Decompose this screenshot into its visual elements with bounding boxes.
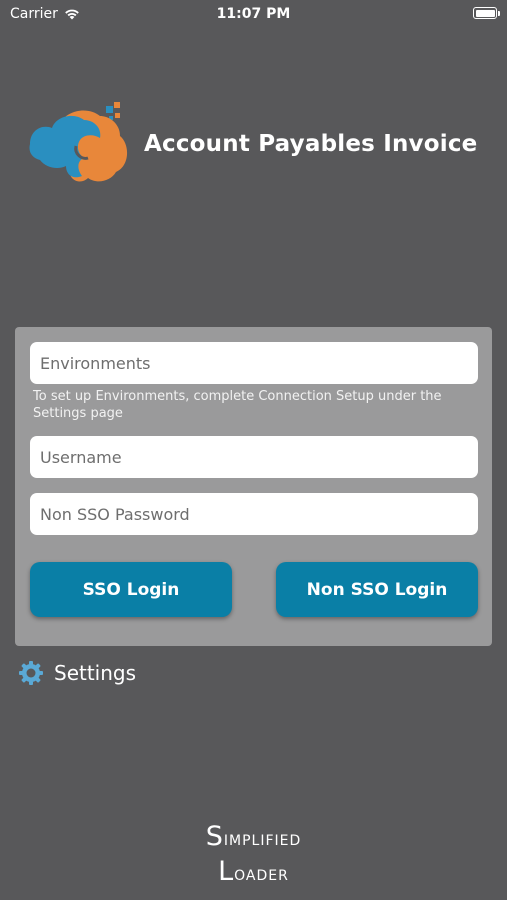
app-header: Account Payables Invoice: [22, 100, 477, 188]
login-card: Environments To set up Environments, com…: [15, 327, 492, 646]
battery-icon: [473, 7, 500, 19]
gear-icon: [19, 661, 43, 685]
environments-placeholder: Environments: [40, 353, 151, 373]
status-bar: Carrier 11:07 PM: [0, 0, 507, 28]
brand-wordmark: Simplified Loader: [0, 820, 507, 890]
password-field[interactable]: Non SSO Password: [30, 493, 478, 535]
environments-hint: To set up Environments, complete Connect…: [33, 389, 442, 421]
brand-line-2: Loader: [218, 856, 289, 887]
password-placeholder: Non SSO Password: [40, 504, 190, 524]
status-time: 11:07 PM: [216, 6, 291, 22]
non-sso-login-button[interactable]: Non SSO Login: [276, 562, 478, 617]
username-field[interactable]: Username: [30, 436, 478, 478]
environments-field[interactable]: Environments: [30, 342, 478, 384]
settings-link[interactable]: Settings: [18, 660, 136, 686]
brand-line-1: Simplified: [205, 821, 302, 852]
username-placeholder: Username: [40, 447, 122, 467]
settings-label: Settings: [54, 661, 137, 685]
sso-login-button[interactable]: SSO Login: [30, 562, 232, 617]
cloud-logo-icon: [29, 102, 128, 182]
app-title: Account Payables Invoice: [144, 131, 478, 157]
